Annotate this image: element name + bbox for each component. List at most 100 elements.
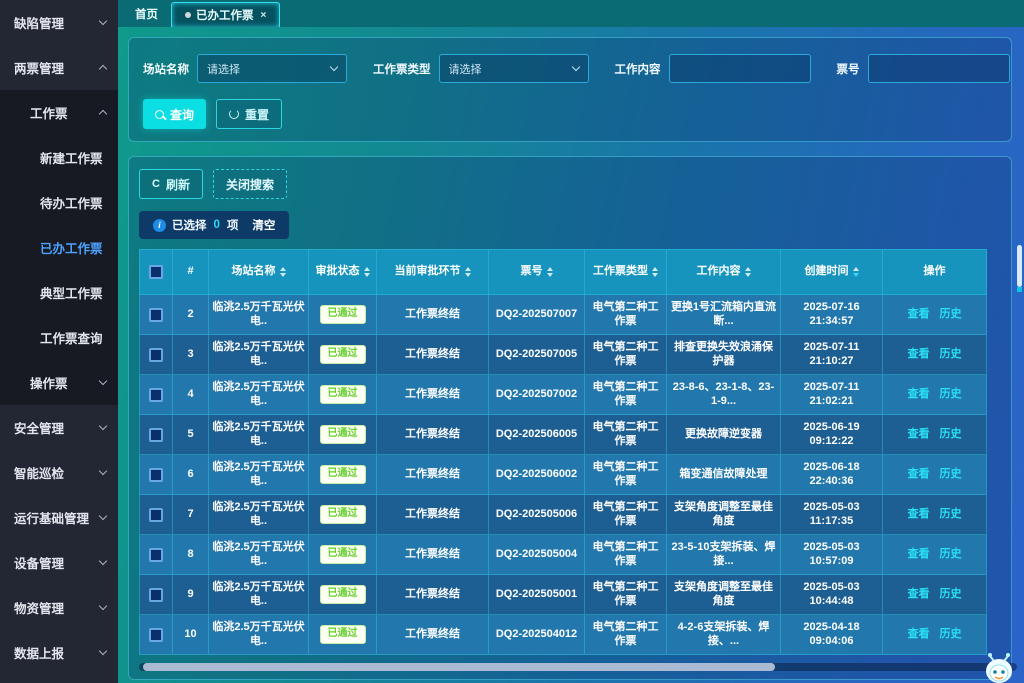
row-cell-1: 临洮2.5万千瓦光伏电.. (209, 615, 309, 655)
row-checkbox[interactable] (149, 508, 163, 522)
sidebar-item-11[interactable]: 运行基础管理 (0, 495, 118, 540)
table-header-cell-7[interactable]: 创建时间 (781, 249, 883, 295)
row-cell-5: 电气第二种工作票 (585, 495, 667, 535)
sort-asc-icon (652, 267, 658, 271)
row-cell-checkbox (139, 455, 173, 495)
sidebar-item-1[interactable]: 两票管理 (0, 45, 118, 90)
history-link[interactable]: 历史 (940, 468, 962, 482)
search-field-input-2[interactable] (669, 54, 811, 83)
sidebar-item-13[interactable]: 物资管理 (0, 585, 118, 630)
view-link[interactable]: 查看 (908, 468, 930, 482)
table-header-cell-3[interactable]: 当前审批环节 (377, 249, 489, 295)
sort-desc-icon (652, 273, 658, 277)
table-header-cell-1[interactable]: 场站名称 (209, 249, 309, 295)
row-cell-0: 9 (173, 575, 209, 615)
vertical-scrollbar[interactable] (1017, 245, 1022, 287)
sidebar-item-6[interactable]: 典型工作票 (0, 270, 118, 315)
row-cell-7: 2025-07-11 21:02:21 (781, 375, 883, 415)
row-cell-0: 4 (173, 375, 209, 415)
view-link[interactable]: 查看 (908, 348, 930, 362)
history-link[interactable]: 历史 (940, 628, 962, 642)
view-link[interactable]: 查看 (908, 308, 930, 322)
row-cell-3: 工作票终结 (377, 615, 489, 655)
history-link[interactable]: 历史 (940, 388, 962, 402)
horizontal-scrollbar-thumb[interactable] (143, 663, 775, 671)
table-header-cell-2[interactable]: 审批状态 (309, 249, 377, 295)
sidebar-item-7[interactable]: 工作票查询 (0, 315, 118, 360)
sort-icon[interactable] (745, 267, 751, 277)
search-field-0: 场站名称请选择 (143, 54, 347, 83)
sidebar-item-9[interactable]: 安全管理 (0, 405, 118, 450)
sidebar-item-5[interactable]: 已办工作票 (0, 225, 118, 270)
sidebar-item-14[interactable]: 数据上报 (0, 630, 118, 675)
row-checkbox[interactable] (149, 588, 163, 602)
sort-icon[interactable] (364, 267, 370, 277)
row-checkbox[interactable] (149, 308, 163, 322)
row-cell-checkbox (139, 495, 173, 535)
sidebar-item-label: 待办工作票 (40, 193, 103, 212)
sort-icon[interactable] (280, 267, 286, 277)
row-checkbox[interactable] (149, 428, 163, 442)
row-cell-7: 2025-06-18 22:40:36 (781, 455, 883, 495)
sidebar-item-2[interactable]: 工作票 (0, 90, 118, 135)
refresh-button[interactable]: C 刷新 (139, 169, 203, 199)
history-link[interactable]: 历史 (940, 428, 962, 442)
table-header-cell-5[interactable]: 工作票类型 (585, 249, 667, 295)
view-link[interactable]: 查看 (908, 628, 930, 642)
sidebar-item-3[interactable]: 新建工作票 (0, 135, 118, 180)
query-button[interactable]: 查询 (143, 99, 206, 129)
view-link[interactable]: 查看 (908, 428, 930, 442)
view-link[interactable]: 查看 (908, 508, 930, 522)
sidebar-item-8[interactable]: 操作票 (0, 360, 118, 405)
sidebar-item-label: 物资管理 (14, 598, 64, 617)
row-checkbox[interactable] (149, 548, 163, 562)
history-link[interactable]: 历史 (940, 548, 962, 562)
tab-bar: 首页已办工作票× (118, 0, 1024, 27)
row-checkbox[interactable] (149, 388, 163, 402)
search-field-label: 工作内容 (615, 61, 661, 77)
row-checkbox[interactable] (149, 468, 163, 482)
sort-icon[interactable] (853, 267, 859, 277)
search-field-input-3[interactable] (868, 54, 1010, 83)
view-link[interactable]: 查看 (908, 388, 930, 402)
sidebar-item-0[interactable]: 缺陷管理 (0, 0, 118, 45)
horizontal-scrollbar[interactable] (139, 663, 1017, 671)
tab-close-icon[interactable]: × (261, 10, 267, 21)
sort-icon[interactable] (652, 267, 658, 277)
sort-asc-icon (280, 267, 286, 271)
reset-button[interactable]: 重置 (216, 99, 282, 129)
search-field-select-0[interactable]: 请选择 (197, 54, 347, 83)
sidebar-item-4[interactable]: 待办工作票 (0, 180, 118, 225)
tab-1[interactable]: 已办工作票× (171, 2, 280, 27)
row-checkbox[interactable] (149, 628, 163, 642)
history-link[interactable]: 历史 (940, 308, 962, 322)
tab-0[interactable]: 首页 (122, 0, 171, 27)
view-link[interactable]: 查看 (908, 588, 930, 602)
row-cell-checkbox (139, 375, 173, 415)
table-header-cell-4[interactable]: 票号 (489, 249, 585, 295)
sidebar-item-label: 缺陷管理 (14, 13, 64, 32)
sort-icon[interactable] (465, 267, 471, 277)
sidebar-item-12[interactable]: 设备管理 (0, 540, 118, 585)
row-checkbox[interactable] (149, 348, 163, 362)
row-cell-4: DQ2-202505006 (489, 495, 585, 535)
close-search-button[interactable]: 关闭搜索 (213, 169, 287, 199)
view-link[interactable]: 查看 (908, 548, 930, 562)
sort-icon[interactable] (547, 267, 553, 277)
column-label: 票号 (521, 265, 543, 279)
row-cell-8: 查看历史 (883, 495, 987, 535)
history-link[interactable]: 历史 (940, 588, 962, 602)
select-all-checkbox[interactable] (149, 265, 163, 279)
search-field-select-1[interactable]: 请选择 (439, 54, 589, 83)
status-badge: 已通过 (320, 505, 366, 524)
row-cell-7: 2025-04-18 09:04:06 (781, 615, 883, 655)
sidebar-item-10[interactable]: 智能巡检 (0, 450, 118, 495)
row-cell-5: 电气第二种工作票 (585, 335, 667, 375)
clear-selection-link[interactable]: 清空 (252, 217, 275, 233)
assistant-robot-button[interactable] (980, 649, 1018, 683)
table-header-cell-6[interactable]: 工作内容 (667, 249, 781, 295)
history-link[interactable]: 历史 (940, 508, 962, 522)
reset-icon (229, 109, 239, 119)
history-link[interactable]: 历史 (940, 348, 962, 362)
row-cell-0: 2 (173, 295, 209, 335)
